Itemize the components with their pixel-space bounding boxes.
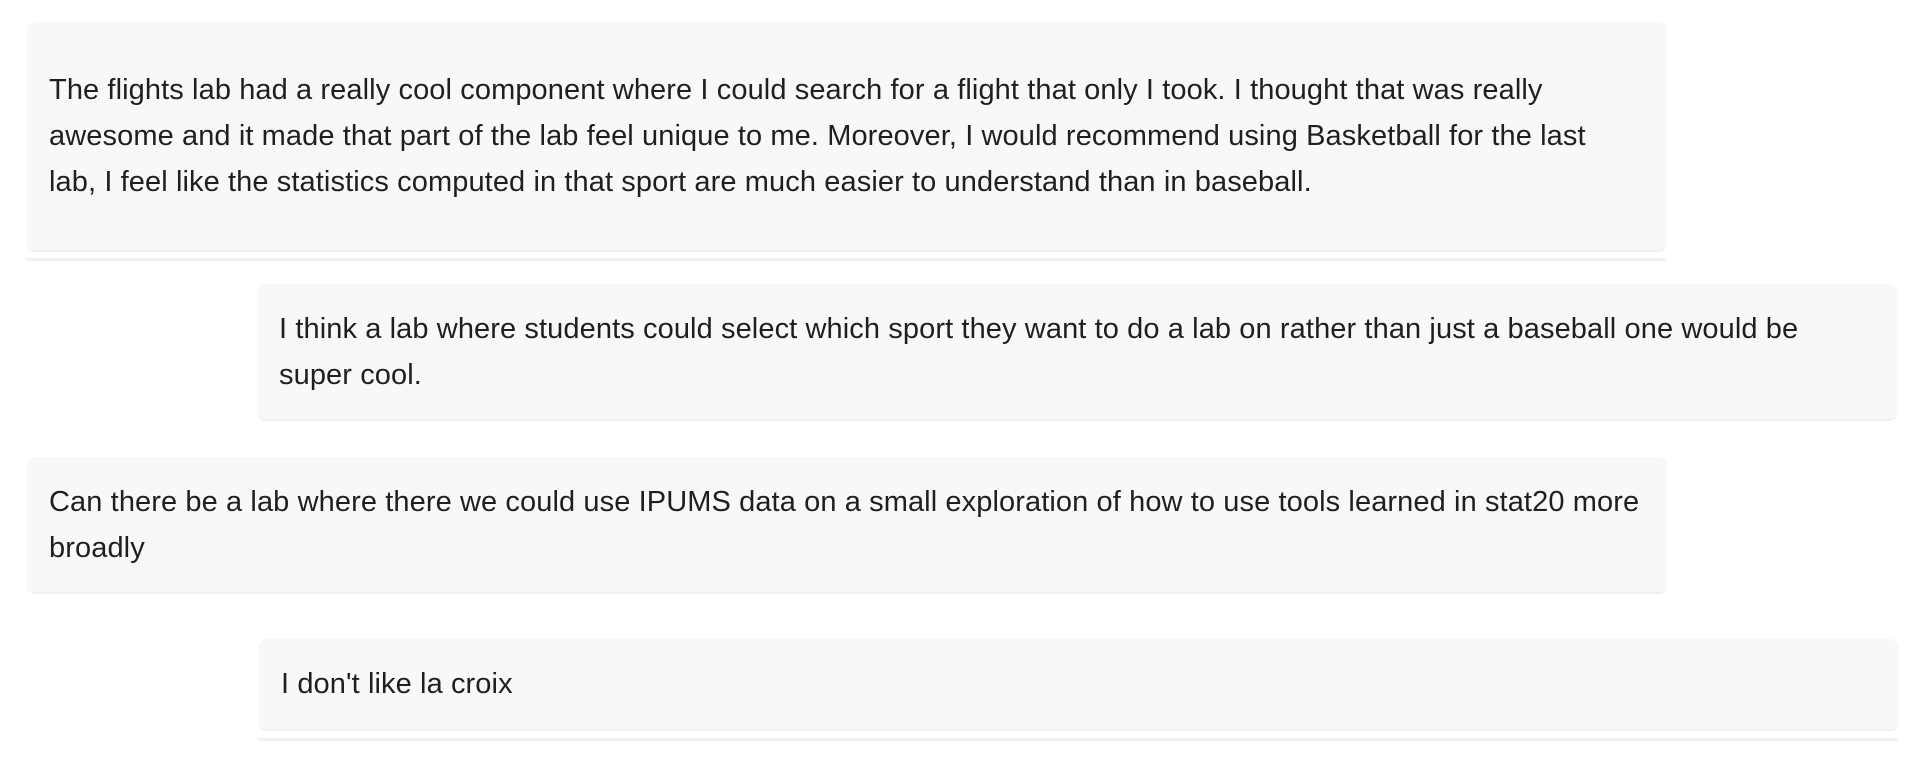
response-card: The flights lab had a really cool compon… xyxy=(27,22,1667,252)
response-text: Can there be a lab where there we could … xyxy=(49,485,1640,564)
card-divider xyxy=(27,258,1667,261)
response-card: Can there be a lab where there we could … xyxy=(27,457,1667,594)
response-text: I don't like la croix xyxy=(281,668,513,700)
card-divider xyxy=(259,738,1899,741)
response-card: I think a lab where students could selec… xyxy=(257,284,1897,421)
response-text: I think a lab where students could selec… xyxy=(279,312,1799,391)
response-card: I don't like la croix xyxy=(259,639,1899,731)
response-text: The flights lab had a really cool compon… xyxy=(49,74,1586,198)
response-feed: The flights lab had a really cool compon… xyxy=(0,0,1928,768)
